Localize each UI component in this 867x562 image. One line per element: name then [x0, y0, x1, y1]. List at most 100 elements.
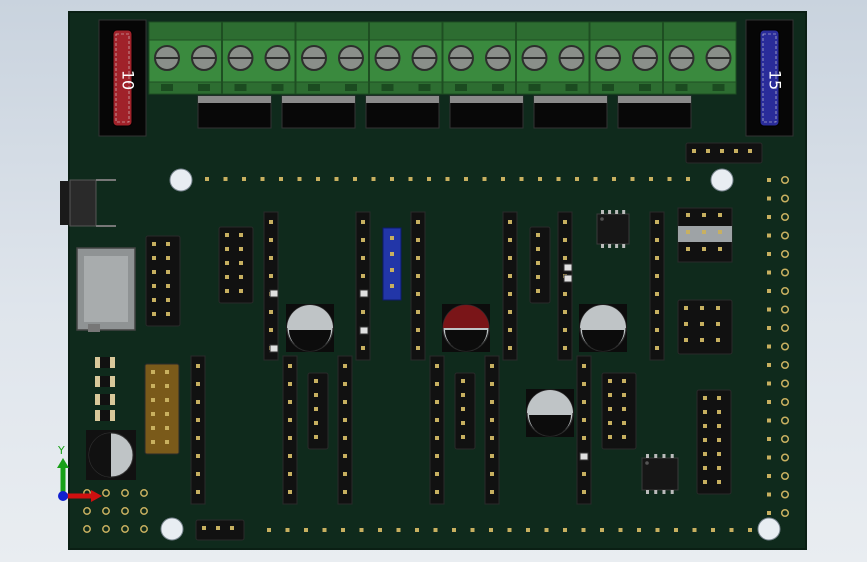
header-left-2x5	[218, 226, 254, 304]
header-pin	[166, 284, 170, 288]
pad	[507, 528, 512, 532]
header-pin	[196, 490, 200, 494]
terminal-top	[295, 21, 369, 43]
header-body	[337, 355, 353, 505]
driver-socket-header	[484, 355, 500, 505]
pad	[729, 528, 734, 532]
header-pin	[563, 256, 567, 260]
pcb-board[interactable]: 10 15	[60, 11, 807, 550]
header-pin	[343, 382, 347, 386]
header-pin	[700, 322, 704, 326]
header-pin	[152, 312, 156, 316]
header-pin	[717, 466, 721, 470]
terminal-notch	[308, 84, 320, 91]
driver-socket-header	[502, 211, 518, 361]
header-pin	[734, 149, 738, 153]
header-body	[263, 211, 279, 361]
fuse-rating: 10	[119, 70, 138, 90]
header-pin	[563, 346, 567, 350]
reset-button-body	[69, 179, 97, 227]
header-pin	[435, 436, 439, 440]
header-pin	[717, 424, 721, 428]
3d-viewport[interactable]: 10 15 Y	[0, 0, 867, 562]
usb-shell	[84, 256, 128, 322]
pad	[470, 528, 475, 532]
pad	[445, 177, 450, 181]
header-body	[282, 355, 298, 505]
header-pin	[508, 328, 512, 332]
smd-resistor	[95, 376, 115, 387]
header-pin	[563, 238, 567, 242]
header-pin	[361, 346, 365, 350]
header-pin	[166, 270, 170, 274]
ic-lead	[615, 244, 619, 248]
terminal-notch	[712, 84, 725, 91]
header-pin	[655, 238, 659, 242]
header-pin	[165, 412, 169, 416]
header-pin	[686, 213, 690, 217]
terminal-top	[516, 21, 590, 43]
header-pin	[435, 418, 439, 422]
jumper-pin	[390, 268, 394, 272]
header-pin	[655, 256, 659, 260]
pad	[767, 344, 771, 349]
ic-lead	[662, 490, 666, 494]
mounting-hole	[710, 168, 734, 192]
terminal-top	[589, 21, 663, 43]
header-pin	[165, 398, 169, 402]
pcb-board-render[interactable]: 10 15	[0, 0, 867, 562]
header-pin	[225, 247, 229, 251]
driver-socket-header	[263, 211, 279, 361]
header-pin	[700, 306, 704, 310]
header-pin	[655, 274, 659, 278]
header-body	[484, 355, 500, 505]
header-right-upper	[677, 207, 733, 263]
ic-lead	[622, 244, 626, 248]
driver-socket-header	[355, 211, 371, 361]
terminal-base	[222, 81, 296, 95]
header-pin	[563, 328, 567, 332]
pad	[767, 270, 771, 275]
pad	[297, 177, 302, 181]
screw-terminal	[148, 21, 222, 95]
terminal-notch	[492, 84, 504, 91]
header-pin	[288, 454, 292, 458]
header-pin	[563, 220, 567, 224]
pad	[686, 177, 690, 181]
header-pin	[269, 238, 273, 242]
pad	[556, 177, 561, 181]
pad	[630, 177, 635, 181]
terminal-base	[369, 81, 443, 95]
pad	[390, 177, 394, 181]
pad	[519, 177, 524, 181]
ic-lead	[622, 210, 626, 214]
header-pin	[718, 230, 722, 234]
pad	[667, 177, 672, 181]
pad	[767, 400, 771, 404]
screw-terminal	[442, 21, 516, 95]
driver-socket-header	[557, 211, 573, 361]
screw-terminal	[663, 21, 737, 95]
header-pin	[165, 370, 169, 374]
pad	[767, 326, 771, 330]
pad	[359, 528, 364, 532]
header-pin	[702, 230, 706, 234]
header-pin	[720, 149, 724, 153]
header-right-3x3	[677, 299, 733, 355]
header-pin	[343, 418, 347, 422]
header-ms-3	[601, 372, 637, 450]
pad	[538, 177, 542, 181]
mosfet-tab	[198, 96, 271, 103]
terminal-notch	[271, 84, 284, 91]
header-pin	[269, 274, 273, 278]
header-pin	[490, 400, 494, 404]
header-pin	[490, 454, 494, 458]
header-pin	[166, 298, 170, 302]
pad	[692, 528, 697, 532]
header-pin	[343, 400, 347, 404]
header-pin	[269, 328, 273, 332]
header-pin	[288, 490, 292, 494]
triad-z-axis	[58, 491, 68, 501]
header-pin	[490, 436, 494, 440]
header-pin	[343, 472, 347, 476]
